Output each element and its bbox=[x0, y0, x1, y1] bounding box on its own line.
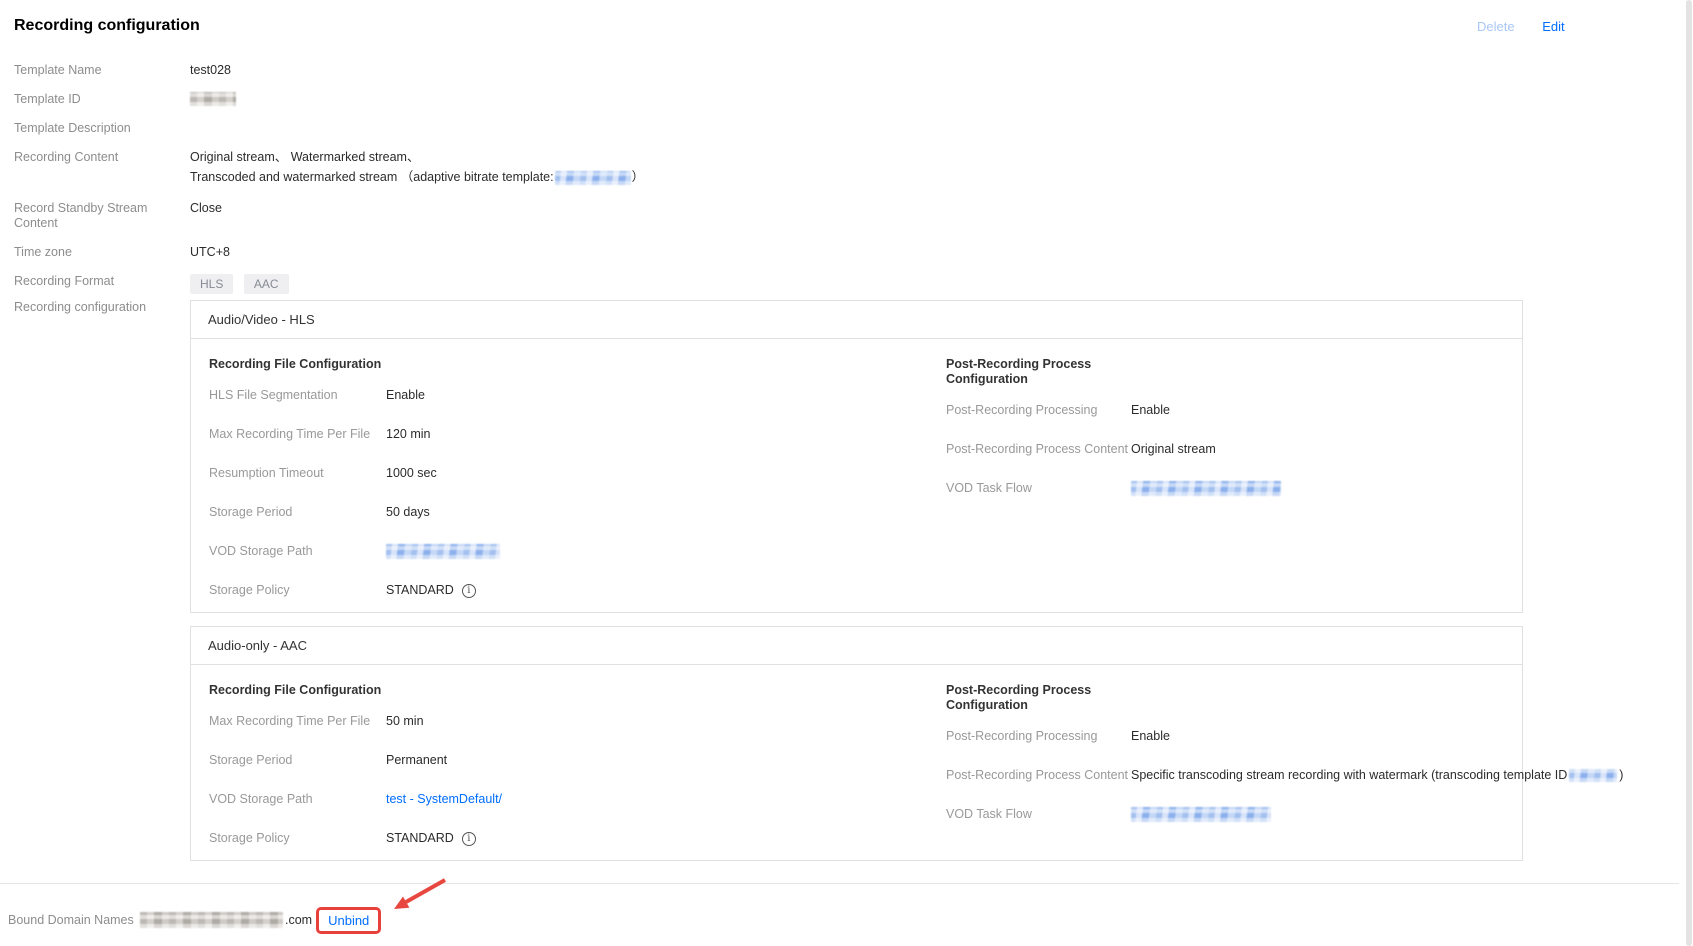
info-icon[interactable]: i bbox=[461, 583, 476, 598]
field-record-standby: Record Standby Stream Content Close bbox=[14, 201, 1693, 231]
field-template-name: Template Name test028 bbox=[14, 63, 1693, 78]
recording-file-config-title: Recording File Configuration bbox=[209, 357, 382, 371]
field-label: Template Name bbox=[14, 63, 102, 77]
post-recording-process-title: Post-Recording Process Configuration bbox=[946, 683, 1092, 712]
scrollbar-thumb[interactable] bbox=[1686, 0, 1692, 946]
recording-content-line2-suffix: ） bbox=[631, 170, 645, 184]
field-value: Original stream、 Watermarked stream、 Tra… bbox=[190, 147, 644, 187]
redacted-adaptive-bitrate-template-id bbox=[554, 170, 631, 185]
row-post-recording-content: Post-Recording Process Content Original … bbox=[946, 442, 1216, 456]
row-post-recording-processing: Post-Recording Processing Enable bbox=[946, 403, 1170, 417]
recording-configuration-page: Recording configuration Delete Edit Temp… bbox=[0, 0, 1693, 946]
row-vod-storage-path: VOD Storage Path test - SystemDefault/ bbox=[209, 792, 503, 807]
row-hls-file-segmentation: HLS File Segmentation Enable bbox=[209, 388, 425, 402]
format-tag-hls: HLS bbox=[190, 274, 234, 294]
field-recording-content: Recording Content Original stream、 Water… bbox=[14, 150, 1693, 187]
field-recording-format: Recording Format HLS AAC bbox=[14, 274, 1693, 294]
hls-panel: Audio/Video - HLS Recording File Configu… bbox=[190, 300, 1523, 613]
row-vod-storage-path: VOD Storage Path bbox=[209, 544, 946, 559]
annotation-highlight-box: Unbind bbox=[316, 906, 382, 934]
row-max-recording-time: Max Recording Time Per File 120 min bbox=[209, 427, 431, 441]
recording-configuration-panels: Audio/Video - HLS Recording File Configu… bbox=[190, 300, 1623, 861]
section-divider bbox=[0, 883, 1679, 884]
field-value: test028 bbox=[190, 63, 232, 77]
redacted-vod-task-flow-link[interactable] bbox=[1131, 807, 1271, 822]
row-vod-task-flow: VOD Task Flow bbox=[946, 807, 1623, 822]
hls-panel-header: Audio/Video - HLS bbox=[191, 301, 1522, 339]
aac-panel: Audio-only - AAC Recording File Configur… bbox=[190, 626, 1623, 861]
field-value: UTC+8 bbox=[190, 245, 230, 259]
edit-button[interactable]: Edit bbox=[1542, 19, 1564, 34]
aac-panel-header: Audio-only - AAC bbox=[191, 627, 1522, 665]
row-storage-policy: Storage Policy STANDARD i bbox=[209, 583, 946, 598]
bound-domain-row: Bound Domain Names .com Unbind bbox=[8, 878, 1693, 935]
redacted-transcoding-template-id bbox=[1569, 769, 1618, 783]
field-label: Template ID bbox=[14, 92, 81, 106]
domain-suffix: .com bbox=[285, 913, 313, 927]
unbind-button[interactable]: Unbind bbox=[328, 913, 369, 928]
field-time-zone: Time zone UTC+8 bbox=[14, 245, 1693, 260]
format-tag-aac: AAC bbox=[243, 274, 289, 294]
recording-content-line2-prefix: Transcoded and watermarked stream （adapt… bbox=[190, 170, 554, 184]
annotation-arrow bbox=[394, 878, 446, 909]
recording-content-line1: Original stream、 Watermarked stream、 bbox=[190, 150, 420, 164]
field-template-description: Template Description bbox=[14, 121, 1693, 136]
field-template-id: Template ID bbox=[14, 92, 1693, 107]
delete-button[interactable]: Delete bbox=[1477, 19, 1515, 34]
vod-storage-path-link[interactable]: test - SystemDefault/ bbox=[386, 792, 502, 807]
row-storage-period: Storage Period 50 days bbox=[209, 505, 430, 519]
field-recording-configuration: Recording configuration Audio/Video - HL… bbox=[14, 300, 1693, 861]
redacted-vod-storage-path-link[interactable] bbox=[386, 544, 500, 559]
field-label: Template Description bbox=[14, 121, 131, 135]
page-title: Recording configuration bbox=[14, 17, 200, 34]
vertical-scrollbar[interactable] bbox=[1684, 0, 1693, 946]
row-resumption-timeout: Resumption Timeout 1000 sec bbox=[209, 466, 437, 480]
field-label: Recording Content bbox=[14, 150, 119, 164]
row-vod-task-flow: VOD Task Flow bbox=[946, 481, 1504, 496]
field-label: Time zone bbox=[14, 245, 72, 259]
row-storage-period: Storage Period Permanent bbox=[209, 753, 448, 767]
header-actions: Delete Edit bbox=[1477, 19, 1565, 34]
recording-file-config-title: Recording File Configuration bbox=[209, 683, 382, 697]
row-max-recording-time: Max Recording Time Per File 50 min bbox=[209, 714, 424, 728]
field-value: Close bbox=[190, 201, 222, 215]
field-label: Record Standby Stream Content bbox=[14, 201, 148, 230]
info-icon[interactable]: i bbox=[461, 831, 476, 846]
bound-domains-label: Bound Domain Names bbox=[8, 913, 134, 927]
row-storage-policy: Storage Policy STANDARD i bbox=[209, 831, 946, 846]
row-post-recording-processing: Post-Recording Processing Enable bbox=[946, 729, 1170, 743]
redacted-template-id bbox=[190, 92, 236, 106]
field-label: Recording configuration bbox=[14, 300, 147, 314]
redacted-vod-task-flow-link[interactable] bbox=[1131, 481, 1281, 496]
post-recording-process-title: Post-Recording Process Configuration bbox=[946, 357, 1092, 386]
redacted-domain-name bbox=[140, 912, 283, 928]
row-post-recording-content: Post-Recording Process Content Specific … bbox=[946, 768, 1624, 783]
field-label: Recording Format bbox=[14, 274, 115, 288]
